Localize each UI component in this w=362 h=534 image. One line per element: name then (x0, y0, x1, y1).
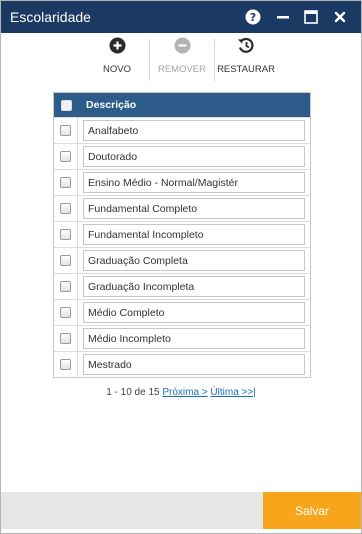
close-icon[interactable] (331, 8, 349, 26)
restaurar-label: RESTAURAR (217, 64, 275, 75)
table-row: Ensino Médio - Normal/Magistér (54, 169, 310, 195)
pagination: 1 - 10 de 15 Próxima > Última >>| (1, 387, 361, 398)
restaurar-button[interactable]: RESTAURAR (217, 37, 275, 83)
svg-text:?: ? (250, 11, 256, 24)
add-icon (109, 37, 126, 58)
table-row: Fundamental Incompleto (54, 221, 310, 247)
escolaridade-grid: Descrição Analfabeto Doutorado Ensino Médi… (53, 92, 311, 378)
remove-icon (174, 37, 191, 58)
row-checkbox[interactable] (60, 281, 71, 292)
grid-header: Descrição (54, 93, 310, 117)
descricao-field[interactable]: Mestrado (83, 354, 305, 375)
escolaridade-dialog: Escolaridade ? NOVO REMOVER RESTAURAR De… (0, 0, 362, 534)
descricao-field[interactable]: Fundamental Completo (83, 198, 305, 219)
table-row: Médio Incompleto (54, 325, 310, 351)
select-all-checkbox[interactable] (60, 99, 72, 111)
page-range: 1 - 10 de 15 (106, 387, 160, 398)
table-row: Mestrado (54, 351, 310, 377)
maximize-icon[interactable] (302, 8, 320, 26)
table-row: Graduação Completa (54, 247, 310, 273)
descricao-field[interactable]: Analfabeto (83, 120, 305, 141)
descricao-field[interactable]: Ensino Médio - Normal/Magistér (83, 172, 305, 193)
next-page-link[interactable]: Próxima > (162, 387, 207, 398)
window-title: Escolaridade (10, 9, 91, 25)
row-checkbox[interactable] (60, 203, 71, 214)
row-checkbox[interactable] (60, 307, 71, 318)
table-row: Médio Completo (54, 299, 310, 325)
restore-icon (237, 37, 255, 58)
descricao-field[interactable]: Médio Completo (83, 302, 305, 323)
table-row: Fundamental Completo (54, 195, 310, 221)
descricao-field[interactable]: Médio Incompleto (83, 328, 305, 349)
salvar-button[interactable]: Salvar (263, 492, 361, 529)
novo-label: NOVO (103, 64, 131, 75)
table-row: Graduação Incompleta (54, 273, 310, 299)
descricao-field[interactable]: Doutorado (83, 146, 305, 167)
help-icon[interactable]: ? (244, 8, 262, 26)
column-header-descricao: Descrição (86, 99, 137, 111)
row-checkbox[interactable] (60, 255, 71, 266)
descricao-field[interactable]: Fundamental Incompleto (83, 224, 305, 245)
last-page-link[interactable]: Última >>| (210, 387, 255, 398)
minimize-icon[interactable] (274, 8, 292, 26)
remover-button[interactable]: REMOVER (155, 37, 209, 83)
row-checkbox[interactable] (60, 229, 71, 240)
table-row: Doutorado (54, 143, 310, 169)
footer-bar: Salvar (1, 492, 361, 529)
row-checkbox[interactable] (60, 333, 71, 344)
title-bar: Escolaridade ? (1, 1, 361, 33)
row-checkbox[interactable] (60, 177, 71, 188)
row-checkbox[interactable] (60, 151, 71, 162)
descricao-field[interactable]: Graduação Incompleta (83, 276, 305, 297)
row-checkbox[interactable] (60, 125, 71, 136)
toolbar-divider (149, 39, 150, 81)
row-checkbox[interactable] (60, 359, 71, 370)
remover-label: REMOVER (157, 64, 207, 75)
table-row: Analfabeto (54, 117, 310, 143)
novo-button[interactable]: NOVO (97, 37, 137, 83)
toolbar-divider (214, 39, 215, 81)
descricao-field[interactable]: Graduação Completa (83, 250, 305, 271)
